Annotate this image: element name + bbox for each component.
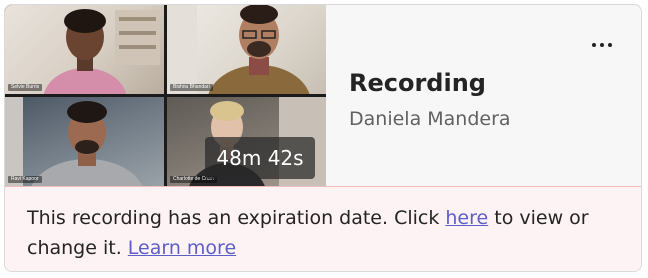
more-options-icon[interactable] bbox=[587, 33, 617, 57]
learn-more-link[interactable]: Learn more bbox=[128, 237, 236, 259]
participant-image bbox=[43, 9, 160, 94]
here-link[interactable]: here bbox=[445, 207, 488, 229]
participant-name: Ravi Kapoor bbox=[8, 176, 42, 183]
participant-name: Bishnu Bhandari bbox=[170, 84, 213, 91]
participant-name: Selvie Burris bbox=[8, 84, 43, 91]
video-tile: Bishnu Bhandari bbox=[167, 5, 326, 94]
banner-text: This recording has an expiration date. C… bbox=[27, 207, 446, 229]
recording-duration-badge: 48m 42s bbox=[205, 137, 315, 179]
expiration-banner: This recording has an expiration date. C… bbox=[5, 186, 641, 271]
recording-title: Recording bbox=[349, 69, 486, 97]
video-tile: Ravi Kapoor bbox=[5, 97, 164, 186]
recording-owner: Daniela Mandera bbox=[349, 108, 511, 130]
participant-image bbox=[5, 97, 143, 186]
video-tile: Selvie Burris bbox=[5, 5, 164, 94]
participant-image bbox=[167, 5, 310, 94]
recording-thumbnail[interactable]: Selvie Burris Bishnu Bhandari Ravi Kapoo… bbox=[5, 5, 326, 186]
recording-card[interactable]: Selvie Burris Bishnu Bhandari Ravi Kapoo… bbox=[4, 4, 642, 272]
